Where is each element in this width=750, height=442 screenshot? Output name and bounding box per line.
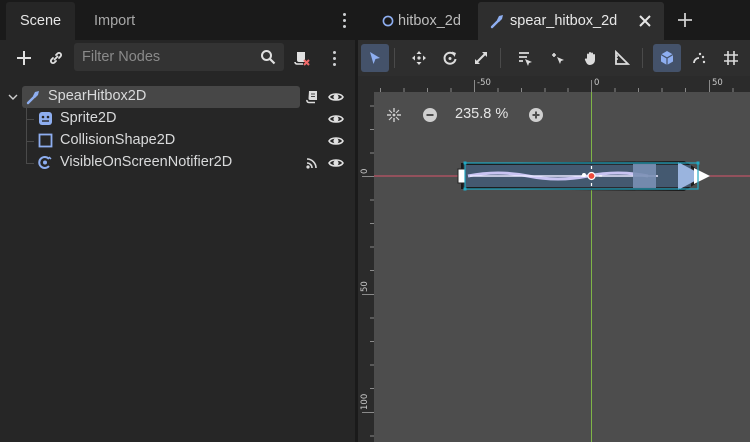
- tree-item-label: CollisionShape2D: [60, 132, 176, 148]
- toolbar-separator: [394, 48, 395, 68]
- canvas-viewport[interactable]: -50 0 50 0 50 100 235.8 %: [358, 76, 750, 442]
- pan-tool-icon[interactable]: [577, 44, 605, 72]
- dock-tab-bar: Scene Import: [0, 0, 355, 40]
- scene-tab-label: spear_hitbox_2d: [510, 13, 618, 29]
- collision-shape-icon: [38, 133, 53, 148]
- canvas-editor: hitbox_2d spear_hitbox_2d -50 0 50 0 50 …: [358, 0, 750, 442]
- script-remove-icon[interactable]: [290, 46, 314, 70]
- tab-import[interactable]: Import: [80, 2, 149, 40]
- snap-options-icon[interactable]: [685, 44, 713, 72]
- eye-icon[interactable]: [328, 90, 344, 104]
- ruler-top-label: -50: [477, 78, 491, 88]
- ruler-top: [358, 76, 750, 92]
- zoom-level[interactable]: 235.8 %: [455, 106, 508, 122]
- ruler-left-label: 0: [360, 168, 370, 174]
- center-view-icon[interactable]: [386, 107, 402, 123]
- tree-item-label: Sprite2D: [60, 110, 117, 126]
- zoom-in-icon[interactable]: [528, 107, 544, 123]
- tree-item-spearhitbox2d[interactable]: SpearHitbox2D: [0, 86, 355, 108]
- scene-dock: Scene Import SpearHitbox2D Sprite: [0, 0, 355, 442]
- editor-toolbar: [358, 40, 750, 76]
- toolbar-separator: [642, 48, 643, 68]
- grid-snap-icon[interactable]: [717, 44, 745, 72]
- scene-tab-hitbox-2d[interactable]: hitbox_2d: [366, 2, 476, 40]
- scale-tool-icon[interactable]: [467, 44, 495, 72]
- eye-icon[interactable]: [328, 156, 344, 170]
- filter-nodes-input[interactable]: [82, 43, 252, 71]
- toolbar-separator: [500, 48, 501, 68]
- chevron-down-icon[interactable]: [8, 92, 18, 102]
- sprite2d-icon: [39, 112, 52, 125]
- tree-item-sprite2d[interactable]: Sprite2D: [0, 108, 355, 130]
- tree-item-label: SpearHitbox2D: [48, 88, 147, 104]
- move-tool-icon[interactable]: [405, 44, 433, 72]
- ruler-top-label: 0: [594, 78, 600, 88]
- filter-nodes-field[interactable]: [74, 43, 284, 71]
- spear-node-icon: [490, 15, 503, 29]
- list-select-icon[interactable]: [511, 44, 539, 72]
- scene-tab-spear-hitbox-2d[interactable]: spear_hitbox_2d: [478, 2, 664, 40]
- ruler-left-label: 50: [360, 281, 370, 292]
- search-icon: [261, 50, 276, 65]
- notifier-icon: [38, 156, 52, 169]
- ruler-top-label: 50: [712, 78, 723, 88]
- spear-node-icon: [26, 91, 39, 105]
- scene-tab-bar: hitbox_2d spear_hitbox_2d: [358, 0, 750, 40]
- signal-icon[interactable]: [305, 156, 319, 170]
- ruler-tool-icon[interactable]: [608, 44, 636, 72]
- script-icon[interactable]: [305, 89, 319, 105]
- circle-icon: [382, 15, 394, 27]
- scene-menu-icon[interactable]: [322, 46, 346, 70]
- ruler-left-label: 100: [360, 393, 370, 410]
- canvas-drawing: [358, 76, 750, 442]
- scene-tab-label: hitbox_2d: [398, 13, 461, 29]
- ruler-left: [358, 76, 374, 442]
- dock-menu-icon[interactable]: [339, 10, 349, 30]
- zoom-out-icon[interactable]: [422, 107, 438, 123]
- link-icon[interactable]: [44, 46, 68, 70]
- add-node-icon[interactable]: [12, 46, 36, 70]
- smart-snap-icon[interactable]: [653, 44, 681, 72]
- tree-item-collisionshape2d[interactable]: CollisionShape2D: [0, 130, 355, 152]
- eye-icon[interactable]: [328, 134, 344, 148]
- tab-scene[interactable]: Scene: [6, 2, 76, 40]
- close-icon[interactable]: [638, 14, 652, 28]
- tree-item-label: VisibleOnScreenNotifier2D: [60, 154, 233, 170]
- rotate-tool-icon[interactable]: [436, 44, 464, 72]
- pivot-tool-icon[interactable]: [544, 44, 572, 72]
- select-tool-icon[interactable]: [361, 44, 389, 72]
- eye-icon[interactable]: [328, 112, 344, 126]
- add-tab-icon[interactable]: [676, 11, 694, 29]
- tree-item-visibleonscreennotifier2d[interactable]: VisibleOnScreenNotifier2D: [0, 152, 355, 174]
